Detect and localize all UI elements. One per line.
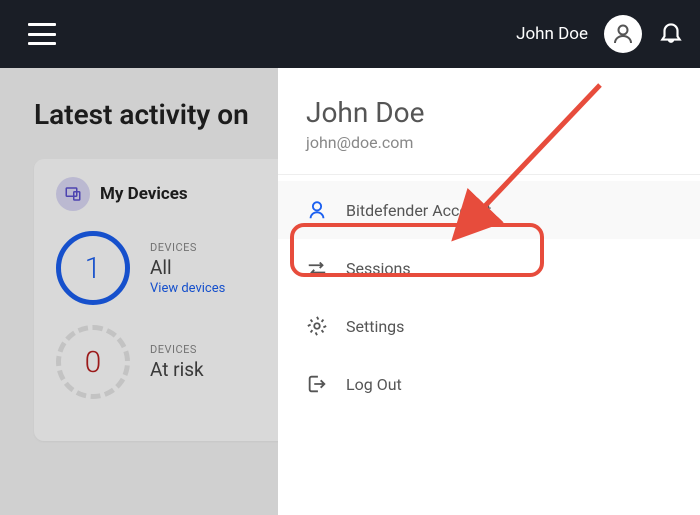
menu-item-logout[interactable]: Log Out — [278, 355, 700, 413]
menu-item-account[interactable]: Bitdefender Account — [278, 181, 700, 239]
avatar-button[interactable] — [604, 15, 642, 53]
menu-label: Sessions — [346, 259, 411, 278]
logout-icon — [306, 373, 328, 395]
user-icon — [611, 22, 635, 46]
app-header: John Doe — [0, 0, 700, 68]
hamburger-menu-button[interactable] — [28, 23, 56, 45]
menu-label: Log Out — [346, 375, 402, 394]
panel-header: John Doe john@doe.com — [278, 68, 700, 175]
header-right-group: John Doe — [516, 15, 684, 53]
swap-icon — [306, 257, 328, 279]
notifications-button[interactable] — [658, 19, 684, 49]
background-overlay — [0, 68, 278, 515]
menu-label: Settings — [346, 317, 404, 336]
bell-icon — [658, 19, 684, 45]
menu-item-sessions[interactable]: Sessions — [278, 239, 700, 297]
menu-item-settings[interactable]: Settings — [278, 297, 700, 355]
panel-user-name: John Doe — [306, 96, 672, 129]
header-username: John Doe — [516, 24, 588, 44]
menu-label: Bitdefender Account — [346, 201, 491, 220]
panel-user-email: john@doe.com — [306, 133, 672, 152]
user-icon — [306, 199, 328, 221]
panel-menu: Bitdefender Account Sessions Settings Lo… — [278, 175, 700, 413]
gear-icon — [306, 315, 328, 337]
account-dropdown-panel: John Doe john@doe.com Bitdefender Accoun… — [278, 68, 700, 515]
